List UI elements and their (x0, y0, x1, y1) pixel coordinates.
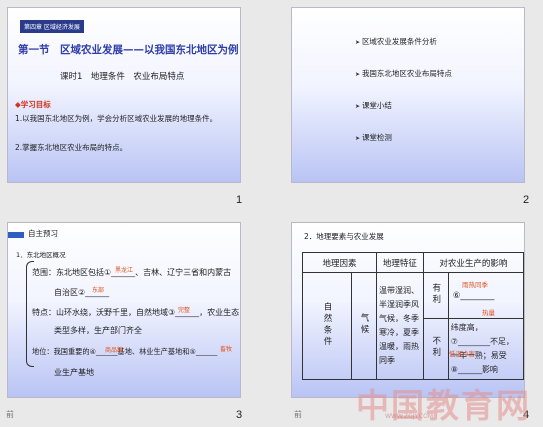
table-header: 地理特征 (376, 252, 424, 273)
section-heading: 2．地理要素与农业发展 (304, 232, 384, 241)
feature-line-1: 特点：山环水绕，沃野千里，自然地域③______，农业生态 (32, 308, 240, 317)
goal-item-1: 1.以我国东北地区为例，学会分析区域农业发展的地理条件。 (15, 114, 218, 123)
watermark-url: WWW.ZGJY.COM (385, 413, 433, 420)
section-heading: 自主预习 (28, 229, 58, 238)
heading-bar (8, 232, 24, 238)
footer-text: 前 (6, 410, 14, 419)
slide-number-1: 1 (236, 194, 243, 206)
effect-tag: 不利 (430, 336, 441, 359)
answer-8: 低温冷害 (449, 350, 475, 358)
answer-2: 东部 (92, 287, 105, 294)
table-header: 地理因素 (302, 252, 377, 273)
outline-item: 课堂小结 (355, 100, 452, 111)
slide-2[interactable]: 区域农业发展条件分析 我国东北地区农业布局特点 课堂小结 课堂检测 (291, 7, 525, 183)
subsection-title: 1．东北地区概况 (16, 251, 66, 259)
watermark-logo: 中国教育网 (356, 386, 531, 425)
footer-text: 前 (294, 410, 302, 419)
chapter-tag: 第四章 区域经济发展 (20, 20, 84, 33)
effect-tag: 有利 (430, 282, 441, 306)
location-line-2: 业生产基地 (54, 368, 94, 377)
lesson-title: 第一节 区域农业发展——以我国东北地区为例 (18, 44, 239, 56)
climate-feature: 温带湿润、半湿润季风 (379, 286, 419, 309)
slide-1[interactable]: 第四章 区域经济发展 第一节 区域农业发展——以我国东北地区为例 课时1 地理条… (7, 7, 241, 183)
answer-1: 黑龙江 (115, 267, 134, 274)
answer-6: 雨热同季 (462, 281, 488, 289)
feature-line-2: 类型多样，生产部门齐全 (54, 326, 142, 335)
slide-3[interactable]: 自主预习 1．东北地区概况 范围：东北地区包括①______、吉林、辽宁三省和内… (7, 222, 241, 398)
row-label: 自然条件 (322, 301, 332, 348)
table-header: 对农业生产的影响 (422, 252, 524, 273)
slide-number-2: 2 (523, 194, 530, 206)
slide-4[interactable]: 2．地理要素与农业发展 地理因素 地理特征 对农业生产的影响 自然条件 气候 温… (291, 222, 525, 398)
outline-item: 课堂检测 (355, 132, 452, 143)
climate-feature-cont: 气候，冬季寒冷，夏季温暖，雨热同季 (379, 314, 419, 365)
outline-list: 区域农业发展条件分析 我国东北地区农业布局特点 课堂小结 课堂检测 (355, 36, 452, 164)
answer-6b: 热量 (482, 309, 495, 317)
answer-5: 畜牧 (220, 346, 233, 353)
goal-item-2: 2.掌握东北地区农业布局的特点。 (15, 143, 128, 152)
outline-item: 区域农业发展条件分析 (355, 36, 452, 47)
row-sublabel: 气候 (359, 313, 369, 336)
location-line-1: 地位：我国重要的④______基地、林业生产基地和⑤______ (32, 347, 218, 356)
outline-item: 我国东北地区农业布局特点 (355, 68, 452, 79)
slide-number-3: 3 (236, 409, 243, 421)
goal-heading: ◆学习目标 (15, 100, 51, 109)
answer-3: 完整 (178, 307, 191, 314)
lesson-subtitle: 课时1 地理条件 农业布局特点 (60, 72, 185, 82)
answer-4: 商品粮 (105, 347, 124, 354)
